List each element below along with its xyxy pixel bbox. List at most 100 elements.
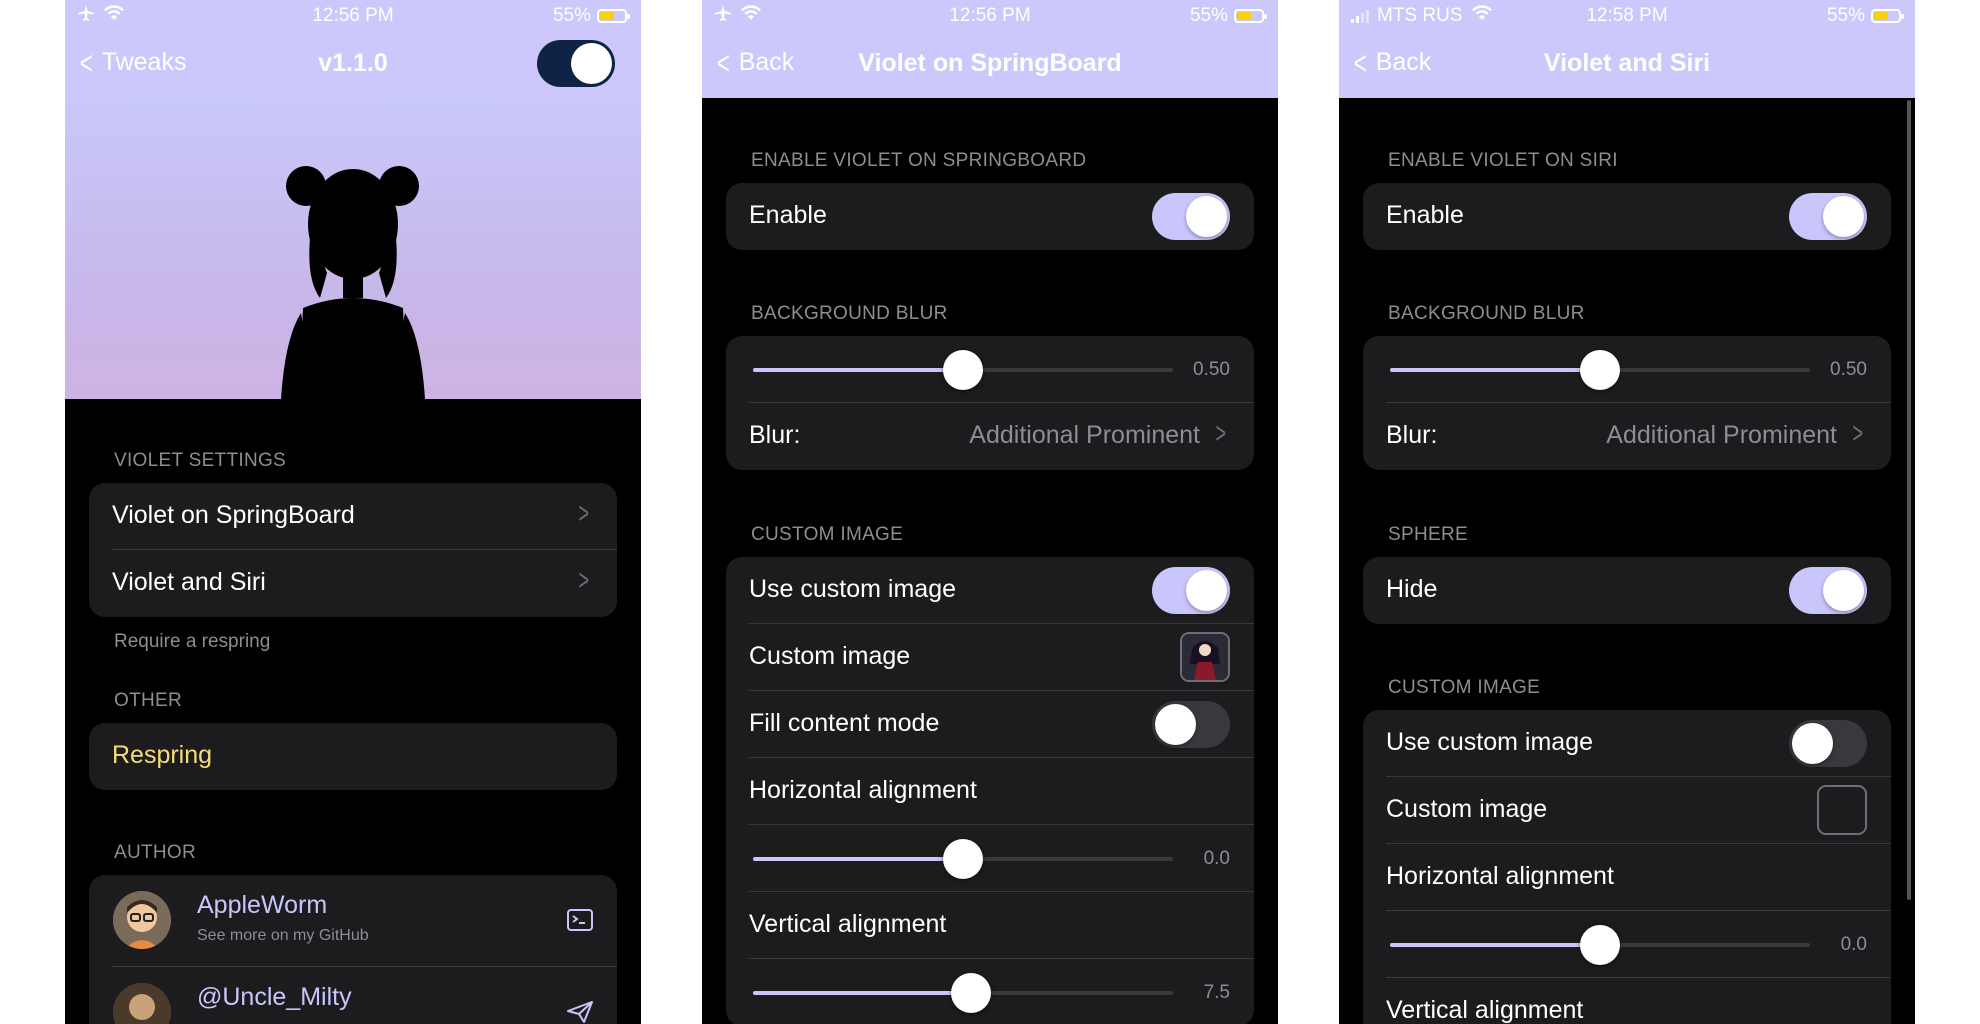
slider-thumb[interactable]	[943, 839, 983, 879]
hide-sphere-toggle[interactable]	[1789, 567, 1867, 614]
respring-label: Respring	[112, 741, 213, 769]
custom-image-row[interactable]: Custom image	[726, 624, 1254, 691]
chevron-right-icon: >	[1215, 417, 1227, 450]
chevron-right-icon: >	[578, 564, 590, 597]
battery-percent: 55%	[1826, 5, 1865, 26]
horizontal-alignment-value: 0.0	[1203, 848, 1230, 869]
author-name: @Uncle_Milty	[197, 983, 352, 1011]
battery-percent: 55%	[552, 5, 591, 26]
blur-style-row[interactable]: Blur: Additional Prominent >	[1363, 403, 1891, 470]
vertical-alignment-row: Vertical alignment	[1363, 978, 1891, 1024]
hide-sphere-label: Hide	[1386, 575, 1438, 603]
custom-image-row[interactable]: Custom image	[1363, 777, 1891, 844]
section-header-custom-image: CUSTOM IMAGE	[1388, 677, 1541, 698]
custom-image-label: Custom image	[749, 642, 911, 670]
respring-button[interactable]: Respring	[89, 723, 617, 790]
author-row-appleworm[interactable]: AppleWorm See more on my GitHub	[89, 875, 617, 967]
custom-image-placeholder[interactable]	[1817, 785, 1867, 835]
background-blur-group: 0.50 Blur: Additional Prominent >	[726, 336, 1254, 470]
section-header-enable: ENABLE VIOLET ON SPRINGBOARD	[751, 150, 1087, 171]
author-subtitle: See more on my GitHub	[197, 927, 369, 944]
section-header-background-blur: BACKGROUND BLUR	[1388, 303, 1585, 324]
chevron-right-icon: >	[1852, 417, 1864, 450]
background-blur-group: 0.50 Blur: Additional Prominent >	[1363, 336, 1891, 470]
blur-label: Blur:	[1386, 421, 1438, 449]
blur-style-value: Additional Prominent	[969, 421, 1200, 449]
navigation-bar: < Back Violet and Siri	[1339, 30, 1915, 98]
enable-label: Enable	[1386, 201, 1464, 229]
battery-icon	[1234, 9, 1267, 23]
blur-slider[interactable]	[753, 350, 1173, 390]
horizontal-alignment-slider[interactable]	[753, 839, 1173, 879]
blur-slider-row: 0.50	[1363, 336, 1891, 403]
girl-silhouette-image	[281, 166, 425, 399]
enable-toggle[interactable]	[1789, 193, 1867, 240]
nav-title: Violet and Siri	[1543, 49, 1711, 77]
scroll-indicator[interactable]	[1907, 100, 1911, 900]
screen-violet-siri: MTS RUS 12:58 PM 55% < Back Violet and S…	[1339, 0, 1915, 1024]
slider-thumb[interactable]	[1580, 350, 1620, 390]
screen-violet-springboard: 12:56 PM 55% < Back Violet on SpringBoar…	[702, 0, 1278, 1024]
horizontal-slider-row: 0.0	[1363, 911, 1891, 978]
use-custom-image-row: Use custom image	[1363, 710, 1891, 777]
use-custom-image-label: Use custom image	[1386, 728, 1594, 756]
enable-label: Enable	[749, 201, 827, 229]
author-name: AppleWorm	[197, 891, 328, 919]
use-custom-image-label: Use custom image	[749, 575, 957, 603]
master-toggle[interactable]	[537, 40, 615, 87]
battery-icon	[1871, 9, 1904, 23]
enable-row: Enable	[1363, 183, 1891, 250]
author-row-uncle-milty[interactable]: @Uncle_Milty	[89, 967, 617, 1024]
terminal-icon	[567, 909, 593, 931]
blur-style-value: Additional Prominent	[1606, 421, 1837, 449]
chevron-right-icon: >	[578, 497, 590, 530]
enable-group: Enable	[726, 183, 1254, 250]
vertical-alignment-value: 7.5	[1203, 982, 1230, 1003]
section-header-background-blur: BACKGROUND BLUR	[751, 303, 948, 324]
violet-settings-group: Violet on SpringBoard > Violet and Siri …	[89, 483, 617, 617]
menu-item-violet-siri[interactable]: Violet and Siri >	[89, 550, 617, 617]
vertical-slider-row: 7.5	[726, 959, 1254, 1024]
hero-banner	[65, 98, 641, 399]
respring-note: Require a respring	[114, 631, 271, 652]
blur-style-row[interactable]: Blur: Additional Prominent >	[726, 403, 1254, 470]
use-custom-image-row: Use custom image	[726, 557, 1254, 624]
horizontal-alignment-row: Horizontal alignment	[1363, 844, 1891, 911]
blur-slider-value: 0.50	[1193, 359, 1230, 380]
vertical-alignment-row: Vertical alignment	[726, 892, 1254, 959]
enable-toggle[interactable]	[1152, 193, 1230, 240]
slider-thumb[interactable]	[943, 350, 983, 390]
nav-title: Violet on SpringBoard	[858, 49, 1122, 77]
horizontal-alignment-value: 0.0	[1840, 934, 1867, 955]
section-header-violet-settings: VIOLET SETTINGS	[114, 450, 287, 471]
vertical-alignment-label: Vertical alignment	[749, 910, 947, 938]
custom-image-thumbnail[interactable]	[1180, 632, 1230, 682]
menu-item-label: Violet and Siri	[112, 568, 266, 596]
fill-content-mode-label: Fill content mode	[749, 709, 940, 737]
enable-group: Enable	[1363, 183, 1891, 250]
blur-slider[interactable]	[1390, 350, 1810, 390]
horizontal-alignment-label: Horizontal alignment	[1386, 862, 1614, 890]
paper-plane-icon	[567, 1001, 593, 1023]
custom-image-label: Custom image	[1386, 795, 1548, 823]
use-custom-image-toggle[interactable]	[1789, 720, 1867, 767]
slider-thumb[interactable]	[1580, 925, 1620, 965]
section-header-other: OTHER	[114, 690, 182, 711]
sphere-group: Hide	[1363, 557, 1891, 624]
author-group: AppleWorm See more on my GitHub @Uncle_M…	[89, 875, 617, 1024]
blur-slider-value: 0.50	[1830, 359, 1867, 380]
horizontal-alignment-row: Horizontal alignment	[726, 758, 1254, 825]
horizontal-alignment-slider[interactable]	[1390, 925, 1810, 965]
section-header-author: AUTHOR	[114, 842, 197, 863]
battery-icon	[597, 9, 630, 23]
enable-row: Enable	[726, 183, 1254, 250]
menu-item-violet-springboard[interactable]: Violet on SpringBoard >	[89, 483, 617, 550]
menu-item-label: Violet on SpringBoard	[112, 501, 355, 529]
status-bar: MTS RUS 12:58 PM 55%	[1339, 0, 1915, 30]
use-custom-image-toggle[interactable]	[1152, 567, 1230, 614]
slider-thumb[interactable]	[951, 973, 992, 1013]
fill-content-mode-toggle[interactable]	[1152, 701, 1230, 748]
vertical-alignment-slider[interactable]	[753, 973, 1173, 1013]
custom-image-group: Use custom image Custom image Horizontal…	[1363, 710, 1891, 1024]
horizontal-slider-row: 0.0	[726, 825, 1254, 892]
